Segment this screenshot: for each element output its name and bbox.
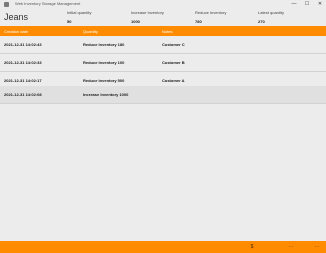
stat-value: 1000 (131, 19, 140, 24)
column-header-creation-date[interactable]: Creation date (4, 29, 28, 34)
table-row[interactable]: 2021-12-31 14:02:33 Reduce Inventory 100… (0, 54, 326, 72)
stat-label: Reduce Inventory (195, 10, 227, 15)
title-bar: Web Inventory Storage Management — ☐ ✕ (0, 0, 326, 9)
app-icon (4, 2, 9, 7)
ellipsis-icon[interactable]: ⋯ (312, 243, 322, 251)
stat-reduce-inventory: Reduce Inventory 780 (195, 10, 226, 24)
product-name: Jeans (4, 12, 29, 22)
more-icon[interactable]: ⋯ (286, 243, 296, 251)
table-header: Creation date Quantity Notes (0, 26, 326, 36)
stat-increase-inventory: Increase Inventory 1000 (131, 10, 164, 24)
table-row-selected[interactable]: 2021-12-31 14:02:08 Increase Inventory 1… (0, 86, 326, 104)
cell-date: 2021-12-31 14:02:17 (4, 78, 42, 83)
stat-value: 780 (195, 19, 202, 24)
cell-date: 2021-12-31 14:02:33 (4, 60, 42, 65)
cell-notes: Customer A (162, 78, 185, 83)
stat-initial-quantity: Initial quantity 50 (67, 10, 91, 24)
maximize-button[interactable]: ☐ (302, 0, 312, 9)
cell-notes: Customer C (162, 42, 185, 47)
cell-quantity: Reduce Inventory 180 (83, 42, 125, 47)
stat-label: Increase Inventory (131, 10, 164, 15)
cell-quantity: Reduce Inventory 500 (83, 78, 125, 83)
stat-value: 50 (67, 19, 72, 24)
stat-latest-quantity: Latest quantity 270 (258, 10, 284, 24)
close-button[interactable]: ✕ (315, 0, 325, 9)
cell-date: 2021-12-31 14:02:08 (4, 92, 42, 97)
window-title: Web Inventory Storage Management (15, 1, 81, 6)
cell-quantity: Increase Inventory 1000 (83, 92, 129, 97)
column-header-notes[interactable]: Notes (162, 29, 172, 34)
minimize-button[interactable]: — (289, 0, 299, 9)
inventory-table: 2021-12-31 14:02:43 Reduce Inventory 180… (0, 36, 326, 240)
command-bar: $ ⋯ ⋯ (0, 241, 326, 253)
stat-label: Initial quantity (67, 10, 92, 15)
dollar-icon[interactable]: $ (247, 243, 257, 251)
summary-header: Jeans Initial quantity 50 Increase Inven… (0, 9, 326, 25)
column-header-quantity[interactable]: Quantity (83, 29, 98, 34)
table-row[interactable]: 2021-12-31 14:02:43 Reduce Inventory 180… (0, 36, 326, 54)
cell-notes: Customer B (162, 60, 185, 65)
stat-label: Latest quantity (258, 10, 285, 15)
cell-quantity: Reduce Inventory 100 (83, 60, 125, 65)
cell-date: 2021-12-31 14:02:43 (4, 42, 42, 47)
stat-value: 270 (258, 19, 265, 24)
